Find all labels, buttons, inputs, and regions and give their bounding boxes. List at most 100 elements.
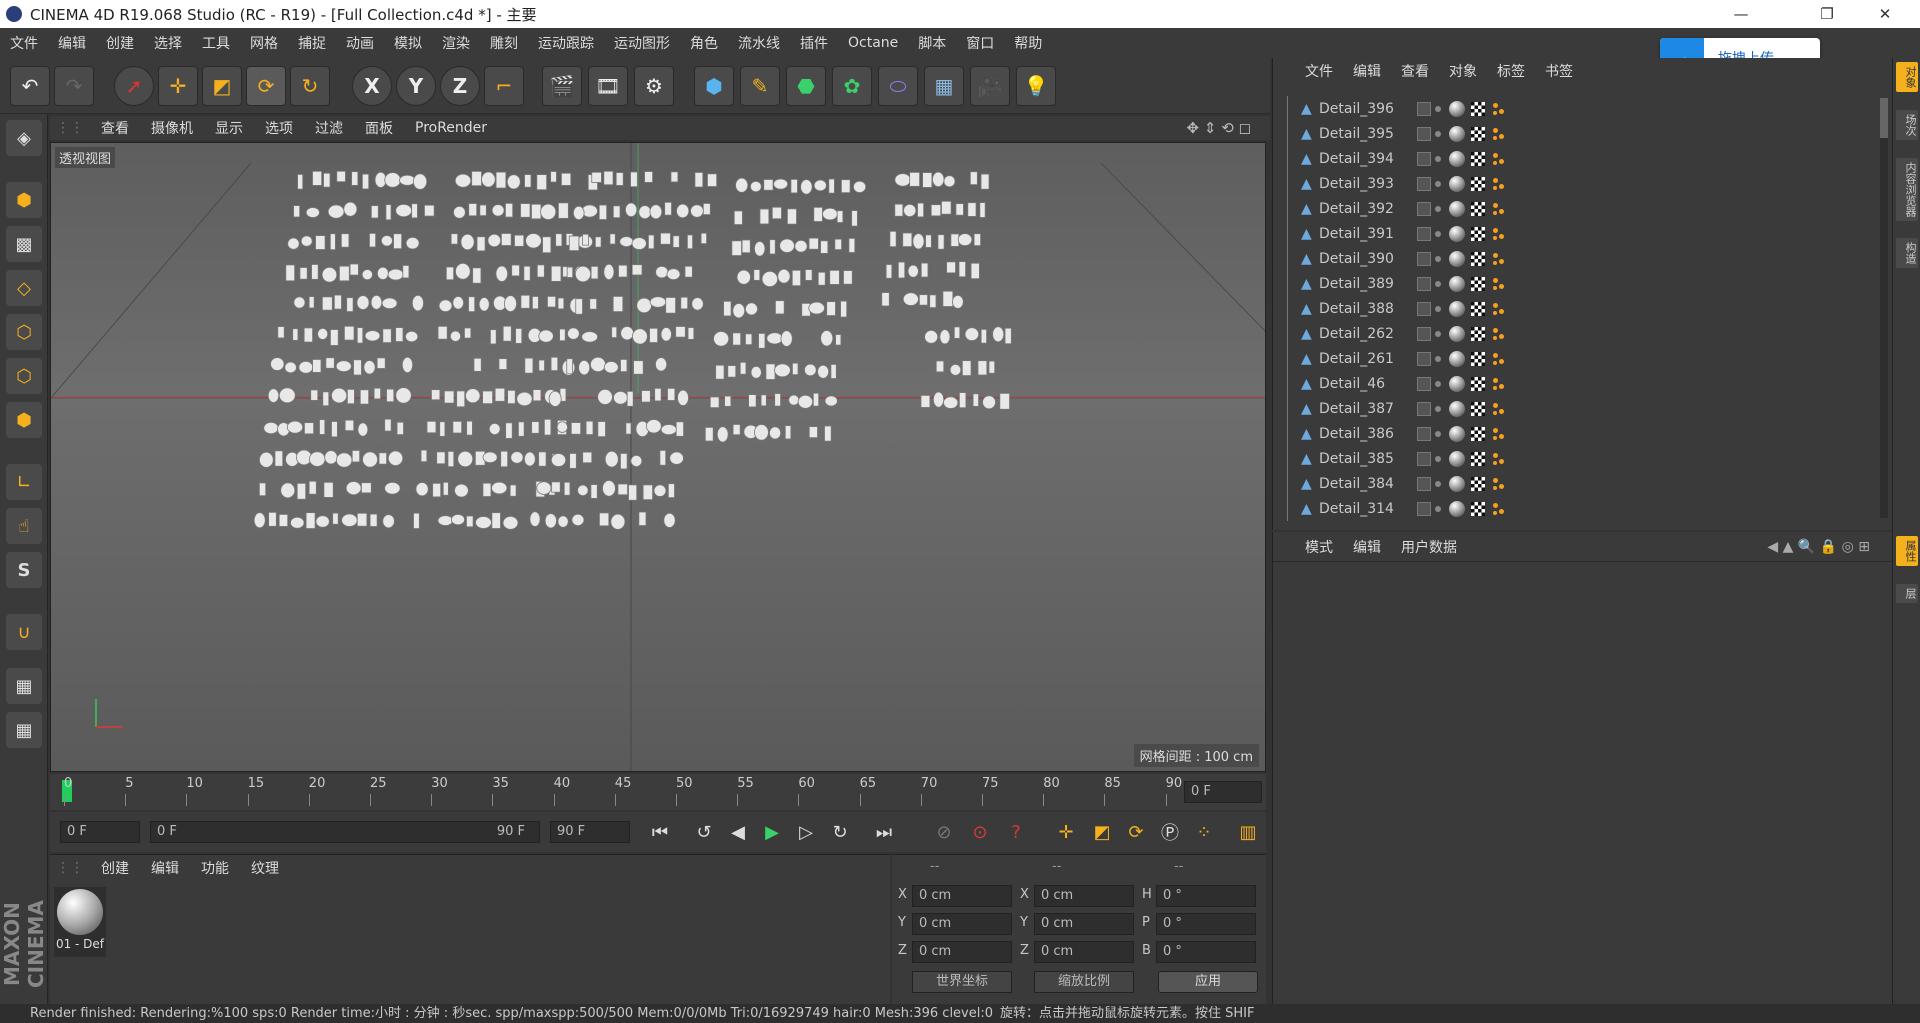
material-tag-icon[interactable] bbox=[1449, 500, 1465, 517]
timeline-ruler[interactable]: 0 5 10 15 20 25 30 35 40 45 50 55 60 65 70 75 80 85 90 0 F bbox=[50, 774, 1266, 810]
phong-tag-icon[interactable] bbox=[1471, 376, 1485, 391]
visibility-dot[interactable] bbox=[1435, 455, 1441, 462]
selection-tag-icon[interactable] bbox=[1491, 201, 1507, 217]
phong-tag-icon[interactable] bbox=[1471, 276, 1485, 291]
select-tool-icon[interactable]: ➚ bbox=[114, 66, 154, 106]
object-row[interactable]: ▲ Detail_393 bbox=[1283, 171, 1883, 196]
material-tag-icon[interactable] bbox=[1449, 450, 1465, 467]
object-row[interactable]: ▲ Detail_261 bbox=[1283, 346, 1883, 371]
scale-mode-dropdown[interactable]: 缩放比例 bbox=[1034, 971, 1134, 993]
layer-checkbox[interactable] bbox=[1417, 176, 1431, 191]
object-row[interactable]: ▲ Detail_390 bbox=[1283, 246, 1883, 271]
undo-icon[interactable]: ↶ bbox=[10, 66, 50, 106]
phong-tag-icon[interactable] bbox=[1471, 201, 1485, 216]
light-icon[interactable]: 💡 bbox=[1016, 66, 1056, 106]
menu-simulate[interactable]: 模拟 bbox=[384, 33, 432, 53]
object-row[interactable]: ▲ Detail_394 bbox=[1283, 146, 1883, 171]
selection-tag-icon[interactable] bbox=[1491, 376, 1507, 392]
apply-button[interactable]: 应用 bbox=[1158, 971, 1258, 993]
visibility-dot[interactable] bbox=[1435, 155, 1441, 162]
material-tag-icon[interactable] bbox=[1449, 300, 1465, 317]
tab-structure[interactable]: 构造 bbox=[1896, 238, 1918, 268]
frame-range-slider[interactable]: 0 F 90 F bbox=[150, 821, 540, 843]
obj-menu-bookmarks[interactable]: 书签 bbox=[1535, 61, 1583, 81]
key-parameter-icon[interactable]: Ⓟ bbox=[1154, 816, 1186, 848]
visibility-dot[interactable] bbox=[1435, 180, 1441, 187]
material-tag-icon[interactable] bbox=[1449, 275, 1465, 292]
attr-menu-mode[interactable]: 模式 bbox=[1295, 537, 1343, 557]
key-pla-icon[interactable]: ⁘ bbox=[1188, 816, 1220, 848]
selection-tag-icon[interactable] bbox=[1491, 451, 1507, 467]
menu-octane[interactable]: Octane bbox=[838, 35, 908, 51]
object-row[interactable]: ▲ Detail_384 bbox=[1283, 471, 1883, 496]
tab-objects[interactable]: 对象 bbox=[1896, 62, 1918, 92]
object-row[interactable]: ▲ Detail_396 bbox=[1283, 96, 1883, 121]
visibility-dot[interactable] bbox=[1435, 205, 1441, 212]
render-settings-icon[interactable]: ⚙ bbox=[634, 66, 674, 106]
layer-checkbox[interactable] bbox=[1417, 501, 1431, 516]
pen-spline-icon[interactable]: ✎ bbox=[740, 66, 780, 106]
start-frame-field[interactable]: 0 F bbox=[60, 821, 140, 843]
key-position-icon[interactable]: ✛ bbox=[1050, 816, 1082, 848]
selection-tag-icon[interactable] bbox=[1491, 126, 1507, 142]
layer-checkbox[interactable] bbox=[1417, 151, 1431, 166]
keyframe-help-icon[interactable]: ? bbox=[1000, 816, 1032, 848]
make-editable-icon[interactable]: ◈ bbox=[6, 120, 42, 156]
object-row[interactable]: ▲ Detail_385 bbox=[1283, 446, 1883, 471]
planar-workplane-icon[interactable]: ▦ bbox=[6, 712, 42, 748]
layer-checkbox[interactable] bbox=[1417, 351, 1431, 366]
visibility-dot[interactable] bbox=[1435, 505, 1441, 512]
material-tag-icon[interactable] bbox=[1449, 200, 1465, 217]
menu-file[interactable]: 文件 bbox=[0, 33, 48, 53]
restore-button[interactable]: ❐ bbox=[1804, 0, 1850, 28]
attr-menu-edit[interactable]: 编辑 bbox=[1343, 537, 1391, 557]
goto-prev-key-icon[interactable]: ↺ bbox=[688, 816, 720, 848]
visibility-dot[interactable] bbox=[1435, 105, 1441, 112]
axis-mode-icon[interactable]: ∟ bbox=[6, 464, 42, 500]
selection-tag-icon[interactable] bbox=[1491, 401, 1507, 417]
cloner-mograph-icon[interactable]: ✿ bbox=[832, 66, 872, 106]
phong-tag-icon[interactable] bbox=[1471, 126, 1485, 141]
vp-menu-options[interactable]: 选项 bbox=[254, 118, 304, 138]
vp-menu-view[interactable]: 查看 bbox=[90, 118, 140, 138]
object-row[interactable]: ▲ Detail_391 bbox=[1283, 221, 1883, 246]
selection-tag-icon[interactable] bbox=[1491, 226, 1507, 242]
object-row[interactable]: ▲ Detail_386 bbox=[1283, 421, 1883, 446]
camera-icon[interactable]: 🎥 bbox=[970, 66, 1010, 106]
mat-menu-create[interactable]: 创建 bbox=[90, 858, 140, 878]
solo-mode-icon[interactable]: S bbox=[6, 552, 42, 588]
generator-nurbs-icon[interactable]: ⬣ bbox=[786, 66, 826, 106]
menu-motion-tracker[interactable]: 运动跟踪 bbox=[528, 33, 604, 53]
material-tag-icon[interactable] bbox=[1449, 425, 1465, 442]
deformer-icon[interactable]: ⬭ bbox=[878, 66, 918, 106]
selection-tag-icon[interactable] bbox=[1491, 426, 1507, 442]
phong-tag-icon[interactable] bbox=[1471, 251, 1485, 266]
coordinate-system-icon[interactable]: ⌐ bbox=[484, 66, 524, 106]
perspective-viewport[interactable]: 透视视图 网格间距 : 100 cm bbox=[50, 142, 1266, 772]
magnet-snap-icon[interactable]: ∪ bbox=[6, 614, 42, 650]
menu-character[interactable]: 角色 bbox=[680, 33, 728, 53]
menu-pipeline[interactable]: 流水线 bbox=[728, 33, 790, 53]
render-picture-viewer-icon[interactable]: 🎞 bbox=[588, 66, 628, 106]
scale-tool-icon[interactable]: ◩ bbox=[202, 66, 242, 106]
selection-tag-icon[interactable] bbox=[1491, 351, 1507, 367]
key-scale-icon[interactable]: ◩ bbox=[1086, 816, 1118, 848]
mat-menu-edit[interactable]: 编辑 bbox=[140, 858, 190, 878]
selection-tag-icon[interactable] bbox=[1491, 476, 1507, 492]
mat-menu-function[interactable]: 功能 bbox=[190, 858, 240, 878]
render-view-icon[interactable]: 🎬 bbox=[542, 66, 582, 106]
vp-menu-filter[interactable]: 过滤 bbox=[304, 118, 354, 138]
visibility-dot[interactable] bbox=[1435, 430, 1441, 437]
selection-tag-icon[interactable] bbox=[1491, 176, 1507, 192]
visibility-dot[interactable] bbox=[1435, 405, 1441, 412]
layer-checkbox[interactable] bbox=[1417, 101, 1431, 116]
minimize-button[interactable]: — bbox=[1718, 0, 1764, 28]
goto-start-icon[interactable]: ⏮ bbox=[644, 816, 676, 848]
selection-tag-icon[interactable] bbox=[1491, 501, 1507, 517]
obj-menu-objects[interactable]: 对象 bbox=[1439, 61, 1487, 81]
tab-takes[interactable]: 场次 bbox=[1896, 110, 1918, 140]
menu-plugins[interactable]: 插件 bbox=[790, 33, 838, 53]
visibility-dot[interactable] bbox=[1435, 280, 1441, 287]
phong-tag-icon[interactable] bbox=[1471, 101, 1485, 116]
rotation-b-field[interactable]: 0 ° bbox=[1156, 941, 1256, 963]
